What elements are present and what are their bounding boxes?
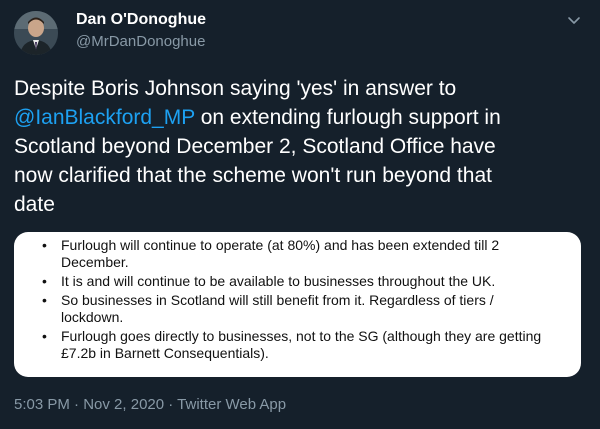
author-handle[interactable]: @MrDanDonoghue (76, 33, 205, 50)
tweet-metadata: 5:03 PM · Nov 2, 2020 · Twitter Web App (14, 396, 286, 413)
tweet-text-fragment: on extending furlough support in (194, 106, 501, 129)
bullet-item: • So businesses in Scotland will still b… (42, 292, 561, 326)
bullet-icon: • (42, 328, 47, 344)
tweet-text-line: @IanBlackford_MP on extending furlough s… (14, 103, 589, 132)
avatar[interactable] (14, 11, 58, 55)
bullet-text: £7.2b in Barnett Consequentials). (61, 345, 269, 361)
meta-separator: · (164, 396, 178, 413)
mention-link[interactable]: @IanBlackford_MP (14, 106, 195, 129)
tweet-text-line: date (14, 193, 55, 216)
tweet-text: Despite Boris Johnson saying 'yes' in an… (14, 74, 589, 219)
chevron-down-icon (568, 17, 580, 24)
bullet-text: So businesses in Scotland will still ben… (61, 292, 494, 308)
tweet-text-line: Despite Boris Johnson saying 'yes' in an… (14, 77, 457, 100)
bullet-text: Furlough goes directly to businesses, no… (61, 328, 542, 344)
bullet-list: • Furlough will continue to operate (at … (14, 232, 581, 362)
tweet-text-line: Scotland beyond December 2, Scotland Off… (14, 135, 496, 158)
bullet-text: lockdown. (61, 309, 124, 325)
bullet-icon: • (42, 273, 47, 289)
tweet-source[interactable]: Twitter Web App (177, 396, 286, 413)
tweet-card: Dan O'Donoghue @MrDanDonoghue Despite Bo… (0, 0, 600, 429)
bullet-icon: • (42, 292, 47, 308)
user-avatar-photo-icon (14, 11, 58, 55)
bullet-item: • Furlough goes directly to businesses, … (42, 328, 561, 362)
tweet-timestamp[interactable]: 5:03 PM (14, 396, 70, 413)
bullet-item: • Furlough will continue to operate (at … (42, 237, 561, 271)
attached-image[interactable]: • Furlough will continue to operate (at … (14, 232, 581, 377)
tweet-date[interactable]: Nov 2, 2020 (83, 396, 164, 413)
tweet-menu-button[interactable] (566, 12, 582, 28)
meta-separator: · (69, 396, 84, 413)
bullet-item: • It is and will continue to be availabl… (42, 273, 561, 290)
tweet-text-line: now clarified that the scheme won't run … (14, 164, 492, 187)
bullet-text: December. (61, 254, 129, 270)
bullet-text: Furlough will continue to operate (at 80… (61, 237, 500, 253)
author-display-name[interactable]: Dan O'Donoghue (76, 11, 206, 29)
bullet-icon: • (42, 237, 47, 253)
bullet-text: It is and will continue to be available … (61, 273, 496, 289)
